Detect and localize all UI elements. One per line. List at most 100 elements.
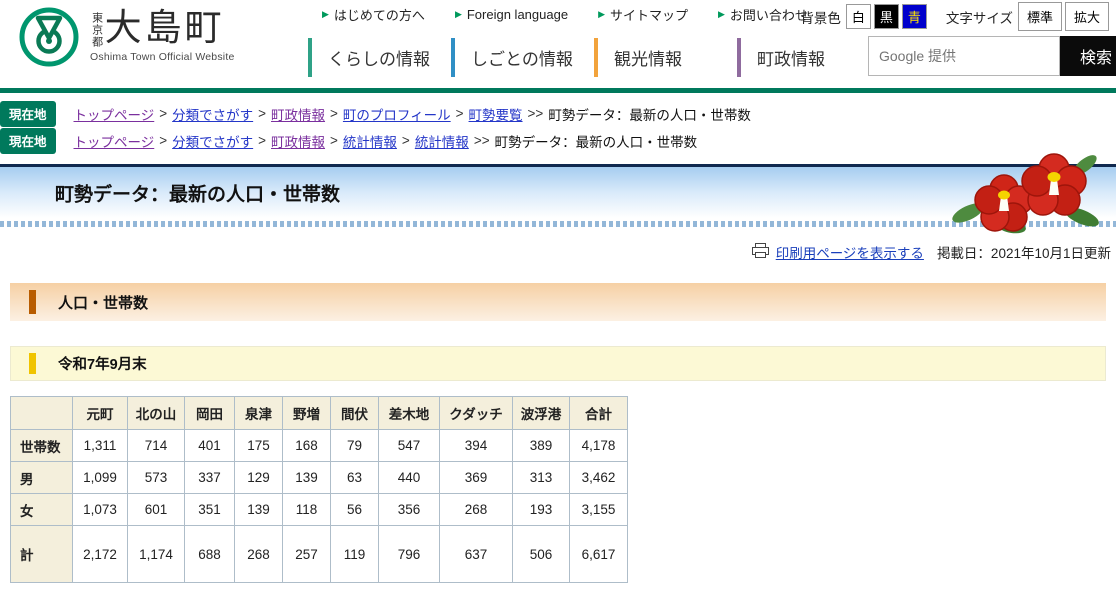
site-logo[interactable]: 東京都 大島町 Oshima Town Official Website [18, 6, 250, 73]
table-cell: 369 [440, 462, 513, 494]
table-cell: 139 [235, 494, 283, 526]
search-button[interactable]: 検索 [1060, 36, 1116, 76]
utility-link-label: はじめての方へ [334, 5, 425, 24]
table-cell: 4,178 [570, 430, 628, 462]
table-cell: 56 [331, 494, 379, 526]
breadcrumb-link[interactable]: 町勢要覧 [469, 104, 523, 124]
row-header: 男 [11, 462, 73, 494]
table-cell: 1,311 [73, 430, 128, 462]
posted-date: 掲載日：2021年10月1日更新 [937, 242, 1111, 262]
nav-item-0[interactable]: くらしの情報 [308, 38, 451, 77]
breadcrumb-separator: > [330, 133, 338, 148]
table-row: 計2,1721,1746882682571197966375066,617 [11, 526, 628, 583]
breadcrumb-separator-double: >> [528, 106, 544, 121]
subsection-heading-box: 令和7年9月末 [10, 346, 1106, 381]
utility-link-0[interactable]: ▶ はじめての方へ [322, 5, 425, 24]
bg-color-option-0[interactable]: 白 [846, 4, 871, 29]
utility-link-label: お問い合わせ [730, 5, 808, 24]
breadcrumb-link[interactable]: 分類でさがす [172, 104, 253, 124]
camellia-flower-icon [952, 151, 1102, 242]
table-cell: 3,155 [570, 494, 628, 526]
section-heading-box: 人口・世帯数 [10, 283, 1106, 321]
section-heading: 人口・世帯数 [58, 292, 148, 313]
table-cell: 351 [185, 494, 235, 526]
text-size-option-0[interactable]: 標準 [1018, 2, 1062, 31]
row-header: 世帯数 [11, 430, 73, 462]
search-area: 検索 [868, 36, 1116, 76]
breadcrumb-link[interactable]: 町政情報 [271, 104, 325, 124]
breadcrumb-row-1: 現在地トップページ>分類でさがす>町政情報>町のプロフィール>町勢要覧>>町勢デ… [0, 100, 1116, 127]
current-location-badge: 現在地 [0, 128, 56, 154]
table-row: 男1,099573337129139634403693133,462 [11, 462, 628, 494]
logo-prefecture: 東京都 [90, 12, 103, 48]
table-cell: 1,099 [73, 462, 128, 494]
utility-link-2[interactable]: ▶ サイトマップ [598, 5, 688, 24]
nav-item-3[interactable]: 町政情報 [737, 38, 880, 77]
text-size-option-1[interactable]: 拡大 [1065, 2, 1109, 31]
print-page-link[interactable]: 印刷用ページを表示する [776, 242, 924, 262]
table-cell: 506 [513, 526, 570, 583]
nav-item-2[interactable]: 観光情報 [594, 38, 737, 77]
link-arrow-icon: ▶ [598, 9, 605, 20]
utility-link-label: サイトマップ [610, 5, 688, 24]
link-arrow-icon: ▶ [322, 9, 329, 20]
bg-color-option-1[interactable]: 黒 [874, 4, 899, 29]
table-cell: 601 [128, 494, 185, 526]
table-cell: 356 [379, 494, 440, 526]
page-title-banner: 町勢データ：最新の人口・世帯数 [0, 164, 1116, 218]
link-arrow-icon: ▶ [455, 9, 462, 20]
text-size-label: 文字サイズ [946, 7, 1013, 27]
breadcrumb-separator: > [159, 133, 167, 148]
breadcrumb-current: 町勢データ：最新の人口・世帯数 [548, 104, 751, 124]
breadcrumb-separator: > [159, 106, 167, 121]
table-cell: 118 [283, 494, 331, 526]
table-cell: 193 [513, 494, 570, 526]
table-header-row: 元町北の山岡田泉津野増間伏差木地クダッチ波浮港合計 [11, 397, 628, 430]
breadcrumb-link[interactable]: 町政情報 [271, 131, 325, 151]
breadcrumb-row-2: 現在地トップページ>分類でさがす>町政情報>統計情報>統計情報>>町勢データ：最… [0, 127, 1116, 154]
printer-icon [752, 243, 769, 261]
table-row: 女1,073601351139118563562681933,155 [11, 494, 628, 526]
table-cell: 637 [440, 526, 513, 583]
breadcrumb-link[interactable]: トップページ [74, 131, 155, 151]
column-header: 元町 [73, 397, 128, 430]
table-row: 世帯数1,311714401175168795473943894,178 [11, 430, 628, 462]
breadcrumb-current: 町勢データ：最新の人口・世帯数 [495, 131, 698, 151]
breadcrumb-link[interactable]: 統計情報 [343, 131, 397, 151]
table-cell: 1,073 [73, 494, 128, 526]
utility-link-label: Foreign language [467, 7, 568, 22]
site-header: 東京都 大島町 Oshima Town Official Website ▶ はじ… [0, 0, 1116, 88]
breadcrumb-link[interactable]: 分類でさがす [172, 131, 253, 151]
table-cell: 796 [379, 526, 440, 583]
nav-item-1[interactable]: しごとの情報 [451, 38, 594, 77]
breadcrumb-link[interactable]: 統計情報 [415, 131, 469, 151]
breadcrumb-separator: > [330, 106, 338, 121]
column-header: クダッチ [440, 397, 513, 430]
table-cell: 2,172 [73, 526, 128, 583]
bg-color-label: 背景色 [800, 7, 841, 27]
table-cell: 440 [379, 462, 440, 494]
column-header: 野増 [283, 397, 331, 430]
row-header: 計 [11, 526, 73, 583]
breadcrumb-link[interactable]: 町のプロフィール [343, 104, 451, 124]
table-cell: 257 [283, 526, 331, 583]
table-cell: 389 [513, 430, 570, 462]
bg-color-options: 白黒青 [846, 4, 930, 29]
page-title: 町勢データ：最新の人口・世帯数 [55, 179, 340, 206]
town-emblem-icon [18, 6, 80, 73]
table-cell: 268 [440, 494, 513, 526]
header-divider-bar [0, 88, 1116, 93]
bg-color-option-2[interactable]: 青 [902, 4, 927, 29]
table-cell: 3,462 [570, 462, 628, 494]
table-cell: 394 [440, 430, 513, 462]
utility-link-3[interactable]: ▶お問い合わせ [718, 5, 808, 24]
breadcrumb-link[interactable]: トップページ [74, 104, 155, 124]
column-header: 合計 [570, 397, 628, 430]
text-size-options: 標準拡大 [1018, 2, 1112, 31]
row-header: 女 [11, 494, 73, 526]
breadcrumb-separator: > [258, 133, 266, 148]
column-header: 間伏 [331, 397, 379, 430]
dotted-separator [0, 221, 1116, 227]
search-input[interactable] [868, 36, 1060, 76]
utility-link-1[interactable]: ▶ Foreign language [455, 7, 568, 22]
